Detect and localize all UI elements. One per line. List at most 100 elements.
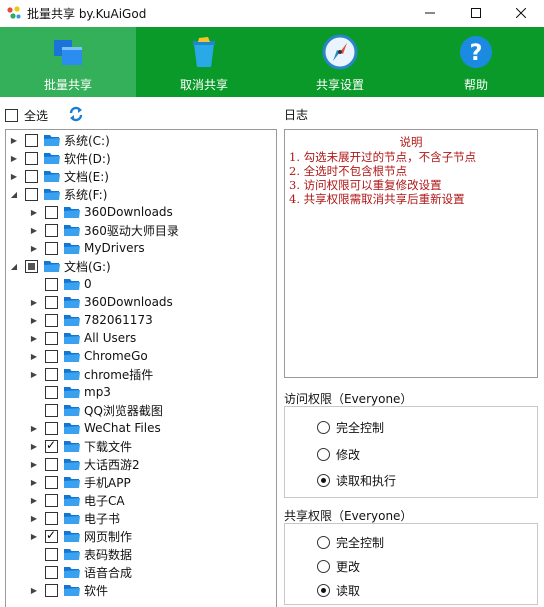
tree-node[interactable]: ▶ 360驱动大师目录 xyxy=(29,221,179,239)
collapsed-arrow-icon[interactable]: ▶ xyxy=(9,167,19,185)
tree-node[interactable]: ◢ 文档(G:) xyxy=(9,257,111,275)
collapsed-arrow-icon[interactable]: ▶ xyxy=(9,131,19,149)
folder-icon xyxy=(44,171,60,182)
access-radio-2[interactable] xyxy=(317,473,330,487)
access-option-modify[interactable]: 修改 xyxy=(317,445,360,463)
folder-icon xyxy=(44,261,60,272)
batch-share-button[interactable]: 批量共享 xyxy=(0,27,136,97)
tree-node[interactable]: ▶ 360Downloads xyxy=(29,293,173,311)
collapsed-arrow-icon[interactable]: ▶ xyxy=(29,365,39,383)
tree-node[interactable]: ▶ 软件(D:) xyxy=(9,149,111,167)
access-option-full[interactable]: 完全控制 xyxy=(317,418,384,436)
share-option-change[interactable]: 更改 xyxy=(317,557,360,575)
tree-node-checkbox[interactable] xyxy=(25,259,38,273)
minimize-button[interactable] xyxy=(407,0,453,26)
collapsed-arrow-icon[interactable]: ▶ xyxy=(9,149,19,167)
collapsed-arrow-icon[interactable]: ▶ xyxy=(29,239,39,257)
select-all-box[interactable] xyxy=(5,108,18,122)
tree-node-checkbox[interactable] xyxy=(45,475,58,489)
tree-node[interactable]: ▶ 软件 xyxy=(29,581,108,599)
share-radio-2[interactable] xyxy=(317,583,330,597)
tree-node-checkbox[interactable] xyxy=(25,169,38,183)
tree-node[interactable]: 表码数据 xyxy=(29,545,132,563)
tree-node-checkbox[interactable] xyxy=(45,313,58,327)
tree-node-checkbox[interactable] xyxy=(45,385,58,399)
collapsed-arrow-icon[interactable]: ▶ xyxy=(29,491,39,509)
close-button[interactable] xyxy=(498,0,544,26)
tree-node-checkbox[interactable] xyxy=(45,277,58,291)
tree-node-checkbox[interactable] xyxy=(45,205,58,219)
tree-node-checkbox[interactable] xyxy=(25,187,38,201)
collapsed-arrow-icon[interactable]: ▶ xyxy=(29,221,39,239)
collapsed-arrow-icon[interactable]: ▶ xyxy=(29,437,39,455)
collapsed-arrow-icon[interactable]: ▶ xyxy=(29,203,39,221)
access-radio-1[interactable] xyxy=(317,447,330,461)
tree-node-checkbox[interactable] xyxy=(45,493,58,507)
tree-node[interactable]: ◢ 系统(F:) xyxy=(9,185,107,203)
collapsed-arrow-icon[interactable]: ▶ xyxy=(29,581,39,599)
share-option-read[interactable]: 读取 xyxy=(317,581,360,599)
tree-node-checkbox[interactable] xyxy=(45,511,58,525)
collapsed-arrow-icon[interactable]: ▶ xyxy=(29,455,39,473)
collapsed-arrow-icon[interactable]: ▶ xyxy=(29,419,39,437)
expanded-arrow-icon[interactable]: ◢ xyxy=(9,257,19,275)
tree-node[interactable]: ▶ MyDrivers xyxy=(29,239,145,257)
access-radio-0[interactable] xyxy=(317,420,330,434)
collapsed-arrow-icon[interactable]: ▶ xyxy=(29,527,39,545)
tree-node[interactable]: ▶ chrome插件 xyxy=(29,365,153,383)
tree-node-checkbox[interactable] xyxy=(45,331,58,345)
access-option-read-execute[interactable]: 读取和执行 xyxy=(317,471,396,489)
select-all-checkbox[interactable]: 全选 xyxy=(5,106,48,124)
tree-node-checkbox[interactable] xyxy=(45,367,58,381)
tree-node[interactable]: ▶ 文档(E:) xyxy=(9,167,109,185)
tree-node[interactable]: ▶ 电子书 xyxy=(29,509,120,527)
collapsed-arrow-icon[interactable]: ▶ xyxy=(29,347,39,365)
tree-node-checkbox[interactable] xyxy=(45,547,58,561)
tree-node[interactable]: mp3 xyxy=(29,383,111,401)
tree-node-checkbox[interactable] xyxy=(45,457,58,471)
tree-node[interactable]: ▶ 手机APP xyxy=(29,473,131,491)
collapsed-arrow-icon[interactable]: ▶ xyxy=(29,311,39,329)
help-button[interactable]: ? 帮助 xyxy=(408,27,544,97)
share-settings-button[interactable]: 共享设置 xyxy=(272,27,408,97)
tree-node[interactable]: ▶ 下载文件 xyxy=(29,437,132,455)
tree-node-checkbox[interactable] xyxy=(45,241,58,255)
cancel-share-button[interactable]: 取消共享 xyxy=(136,27,272,97)
tree-node[interactable]: QQ浏览器截图 xyxy=(29,401,163,419)
tree-node-checkbox[interactable] xyxy=(45,349,58,363)
tree-node[interactable]: ▶ 360Downloads xyxy=(29,203,173,221)
collapsed-arrow-icon[interactable]: ▶ xyxy=(29,329,39,347)
tree-node[interactable]: ▶ 电子CA xyxy=(29,491,125,509)
tree-node-checkbox[interactable] xyxy=(45,528,58,543)
tree-node-checkbox[interactable] xyxy=(45,421,58,435)
folder-icon xyxy=(64,459,80,470)
collapsed-arrow-icon[interactable]: ▶ xyxy=(29,509,39,527)
collapsed-arrow-icon[interactable]: ▶ xyxy=(29,473,39,491)
refresh-icon[interactable] xyxy=(68,105,84,123)
tree-node-checkbox[interactable] xyxy=(25,151,38,165)
tree-node-checkbox[interactable] xyxy=(45,438,58,453)
tree-node[interactable]: ▶ 大话西游2 xyxy=(29,455,140,473)
tree-node[interactable]: ▶ WeChat Files xyxy=(29,419,161,437)
tree-node[interactable]: 语音合成 xyxy=(29,563,132,581)
tree-node-checkbox[interactable] xyxy=(45,223,58,237)
tree-node-checkbox[interactable] xyxy=(45,583,58,597)
tree-node[interactable]: ▶ All Users xyxy=(29,329,136,347)
share-radio-0[interactable] xyxy=(317,535,330,549)
tree-node-checkbox[interactable] xyxy=(45,403,58,417)
log-panel[interactable]: 说明 1. 勾选未展开过的节点，不含子节点 2. 全选时不包含根节点 3. 访问… xyxy=(284,129,538,378)
share-radio-1[interactable] xyxy=(317,559,330,573)
share-option-full[interactable]: 完全控制 xyxy=(317,533,384,551)
folder-tree[interactable]: ▶ 系统(C:) ▶ 软件(D:) ▶ 文档(E:) ◢ 系统(F:) ▶ 360Download… xyxy=(5,129,277,607)
tree-node[interactable]: ▶ 网页制作 xyxy=(29,527,132,545)
tree-node[interactable]: ▶ ChromeGo xyxy=(29,347,148,365)
tree-node[interactable]: ▶ 系统(C:) xyxy=(9,131,110,149)
tree-node-checkbox[interactable] xyxy=(45,565,58,579)
tree-node[interactable]: 0 xyxy=(29,275,92,293)
tree-node-checkbox[interactable] xyxy=(25,133,38,147)
tree-node-checkbox[interactable] xyxy=(45,295,58,309)
maximize-button[interactable] xyxy=(453,0,499,26)
collapsed-arrow-icon[interactable]: ▶ xyxy=(29,293,39,311)
tree-node[interactable]: ▶ 782061173 xyxy=(29,311,153,329)
expanded-arrow-icon[interactable]: ◢ xyxy=(9,185,19,203)
